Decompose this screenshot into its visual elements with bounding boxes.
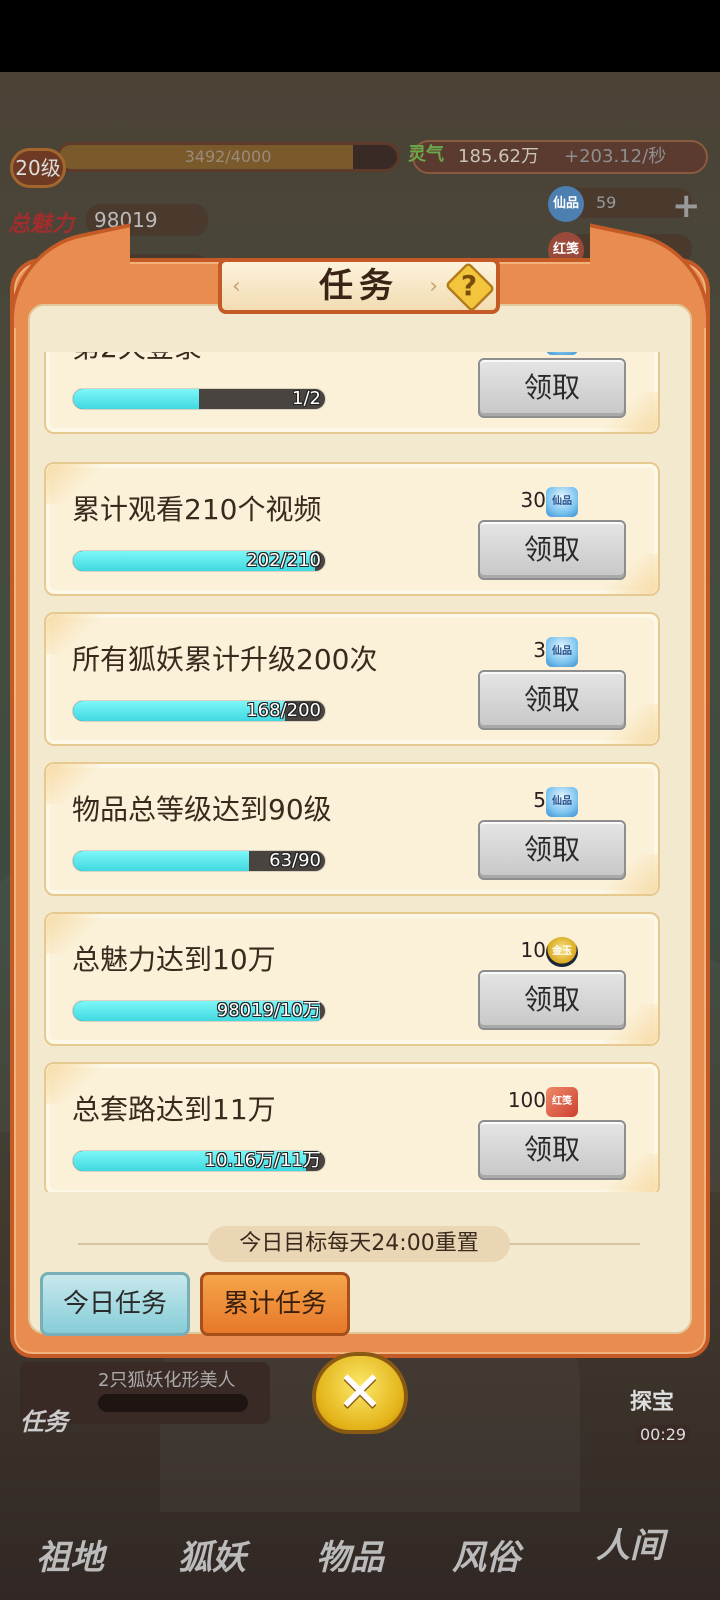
task-title: 总套路达到11万 [72, 1093, 276, 1126]
claim-button[interactable]: 领取 [478, 520, 626, 580]
jinyu-icon: 金玉 [546, 936, 578, 967]
xp-bar: 3492/4000 [56, 142, 400, 172]
task-card: 所有狐妖累计升级200次 3 仙品 168/200 领取 [44, 612, 660, 746]
claim-button[interactable]: 领取 [478, 670, 626, 730]
task-progress-bar: 202/210 [72, 550, 326, 572]
task-reward: 30仙品 [521, 352, 578, 355]
xianpin-icon: 仙品 [546, 486, 578, 517]
task-progress-text: 168/200 [246, 700, 321, 721]
task-progress-bar: 1/2 [72, 388, 326, 410]
task-card: 总魅力达到10万 10 金玉 98019/10万 领取 [44, 912, 660, 1046]
treasure-button[interactable]: 探宝 [630, 1384, 674, 1416]
bottom-task-bar [98, 1394, 248, 1412]
xianpin-icon: 仙品 [546, 352, 578, 355]
task-progress-text: 63/90 [269, 850, 321, 871]
xianpin-icon: 仙品 [546, 636, 578, 667]
task-progress-text: 202/210 [246, 550, 321, 571]
nav-fengsu[interactable]: 风俗 [452, 1530, 520, 1579]
reward-amount: 30 [520, 488, 546, 512]
reward-amount: 3 [533, 638, 546, 662]
help-icon[interactable]: ? [452, 266, 486, 306]
claim-button[interactable]: 领取 [478, 820, 626, 880]
task-progress-bar: 168/200 [72, 700, 326, 722]
lingqi-display: 灵气 185.62万 +203.12/秒 [408, 140, 708, 174]
task-progress-text: 98019/10万 [216, 1000, 321, 1021]
close-icon[interactable]: ✕ [312, 1352, 408, 1434]
modal-title: 任务 [319, 266, 399, 306]
charm-label: 总魅力 [8, 212, 75, 237]
treasure-timer: 00:29 [636, 1425, 691, 1444]
nav-huyao[interactable]: 狐妖 [178, 1530, 246, 1579]
task-progress-bar: 63/90 [72, 850, 326, 872]
task-progress-bar: 10.16万/11万 [72, 1150, 326, 1172]
task-progress-text: 10.16万/11万 [204, 1150, 322, 1171]
hongbao-icon: 红笺 [546, 1086, 578, 1117]
tab-cumulative-tasks[interactable]: 累计任务 [200, 1272, 350, 1336]
task-reward: 30仙品 [520, 484, 578, 517]
task-title: 累计观看210个视频 [72, 493, 322, 526]
claim-button[interactable]: 领取 [478, 970, 626, 1030]
xianpin-icon: 仙品 [546, 786, 578, 817]
reward-amount: 10 [520, 938, 546, 962]
task-reward: 100 红笺 [507, 1084, 578, 1117]
xianpin-icon: 仙品 [548, 186, 584, 222]
nav-zudi[interactable]: 祖地 [36, 1530, 104, 1579]
lingqi-value: 185.62万 [458, 146, 539, 167]
task-card: 第2天登录 30仙品 1/2 领取 [44, 352, 660, 434]
reset-notice-text: 今日目标每天24:00重置 [208, 1226, 510, 1262]
tab-today-tasks[interactable]: 今日任务 [40, 1272, 190, 1336]
reset-notice: 今日目标每天24:00重置 [78, 1226, 640, 1262]
nav-wupin[interactable]: 物品 [316, 1530, 384, 1579]
lingqi-label: 灵气 [408, 144, 444, 165]
bottom-task-text: 2只狐妖化形美人 [98, 1370, 236, 1391]
add-currency-button[interactable]: + [672, 186, 701, 226]
title-left-ornament: ‹ [232, 274, 241, 299]
task-title: 第2天登录 [72, 352, 202, 366]
xp-text: 3492/4000 [184, 147, 272, 166]
claim-button[interactable]: 领取 [478, 1120, 626, 1180]
task-reward: 5 仙品 [533, 784, 578, 817]
task-reward: 10 金玉 [520, 934, 578, 967]
status-bar [0, 0, 720, 72]
title-right-ornament: › [429, 274, 438, 299]
task-title: 所有狐妖累计升级200次 [72, 643, 378, 676]
task-card: 总套路达到11万 100 红笺 10.16万/11万 领取 [44, 1062, 660, 1192]
reward-amount: 100 [507, 1088, 546, 1112]
task-reward: 3 仙品 [533, 634, 578, 667]
reward-amount: 5 [533, 788, 546, 812]
nav-renjian[interactable]: 人间 [596, 1518, 664, 1567]
task-list[interactable]: 第2天登录 30仙品 1/2 领取 累计观看210个视频 30仙品 202/21… [28, 352, 692, 1192]
task-card: 物品总等级达到90级 5 仙品 63/90 领取 [44, 762, 660, 896]
task-card: 累计观看210个视频 30 仙品 202/210 领取 [44, 462, 660, 596]
lingqi-rate: +203.12/秒 [564, 146, 667, 167]
task-progress-bar: 98019/10万 [72, 1000, 326, 1022]
task-title: 物品总等级达到90级 [72, 793, 332, 826]
claim-button[interactable]: 领取 [478, 358, 626, 418]
bottom-task-label: 任务 [20, 1408, 68, 1436]
task-title: 总魅力达到10万 [72, 943, 276, 976]
level-badge: 20级 [10, 148, 66, 188]
bottom-task-panel[interactable]: 2只狐妖化形美人 任务 [20, 1362, 270, 1436]
task-progress-text: 1/2 [292, 388, 321, 409]
